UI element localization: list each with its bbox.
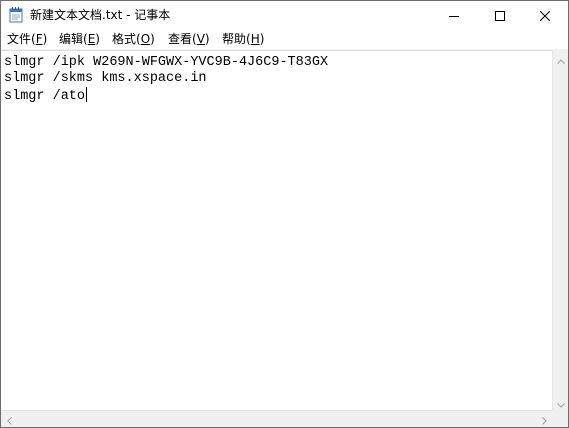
menu-edit-label: 编辑(: [59, 32, 88, 46]
menu-edit-label-tail: ): [95, 32, 100, 46]
scroll-left-button[interactable]: [1, 410, 17, 427]
text-caret: [86, 87, 88, 102]
notepad-icon[interactable]: [9, 7, 23, 23]
notepad-window: 新建文本文档.txt - 记事本 文件(F) 编辑(E) 格式(O) 查看(V)…: [0, 0, 569, 428]
scroll-left-arrow-icon: [6, 410, 12, 427]
menu-edit[interactable]: 编辑(E): [57, 31, 102, 47]
menu-help-label: 帮助(: [222, 32, 251, 46]
editor-line-3[interactable]: slmgr /ato: [4, 87, 88, 105]
editor-line-2[interactable]: slmgr /skms kms.xspace.in: [4, 71, 207, 87]
menu-file-label: 文件(: [7, 32, 36, 46]
scroll-up-button[interactable]: [553, 49, 568, 68]
menu-view-label-tail: ): [204, 32, 210, 46]
menu-view-label: 查看(: [168, 32, 197, 46]
vertical-scrollbar[interactable]: [552, 49, 568, 412]
menu-file-label-tail: ): [42, 32, 48, 46]
close-button[interactable]: [522, 1, 568, 29]
close-icon: [539, 6, 551, 25]
minimize-button[interactable]: [431, 1, 477, 29]
horizontal-scrollbar[interactable]: [1, 410, 552, 427]
menu-format-label-tail: ): [150, 32, 155, 46]
menu-help-accesskey: H: [250, 32, 260, 46]
maximize-button[interactable]: [477, 1, 523, 29]
menu-format[interactable]: 格式(O): [110, 31, 157, 47]
menu-file[interactable]: 文件(F): [5, 31, 49, 47]
menu-format-label: 格式(: [112, 32, 141, 46]
minimize-icon: [449, 6, 459, 25]
menu-bar: 文件(F) 编辑(E) 格式(O) 查看(V) 帮助(H): [1, 29, 568, 50]
maximize-icon: [495, 6, 505, 25]
menu-format-accesskey: O: [140, 32, 151, 46]
scroll-up-arrow-icon: [557, 49, 565, 68]
editor-line-3-text: slmgr /ato: [4, 89, 86, 104]
menu-view[interactable]: 查看(V): [166, 31, 212, 47]
size-grip[interactable]: [552, 410, 568, 427]
menu-view-accesskey: V: [196, 32, 205, 46]
text-editor[interactable]: slmgr /ipk W269N-WFGWX-YVC9B-4J6C9-T83GX…: [1, 50, 552, 411]
scroll-down-button[interactable]: [553, 393, 568, 412]
menu-help[interactable]: 帮助(H): [220, 31, 266, 47]
scroll-right-arrow-icon: [541, 410, 547, 427]
window-title: 新建文本文档.txt - 记事本: [30, 8, 171, 22]
menu-file-accesskey: F: [35, 32, 43, 46]
menu-help-label-tail: ): [259, 32, 265, 46]
scroll-right-button[interactable]: [536, 410, 552, 427]
editor-line-1[interactable]: slmgr /ipk W269N-WFGWX-YVC9B-4J6C9-T83GX: [4, 55, 328, 71]
title-bar[interactable]: 新建文本文档.txt - 记事本: [1, 1, 568, 29]
scroll-down-arrow-icon: [557, 393, 565, 412]
